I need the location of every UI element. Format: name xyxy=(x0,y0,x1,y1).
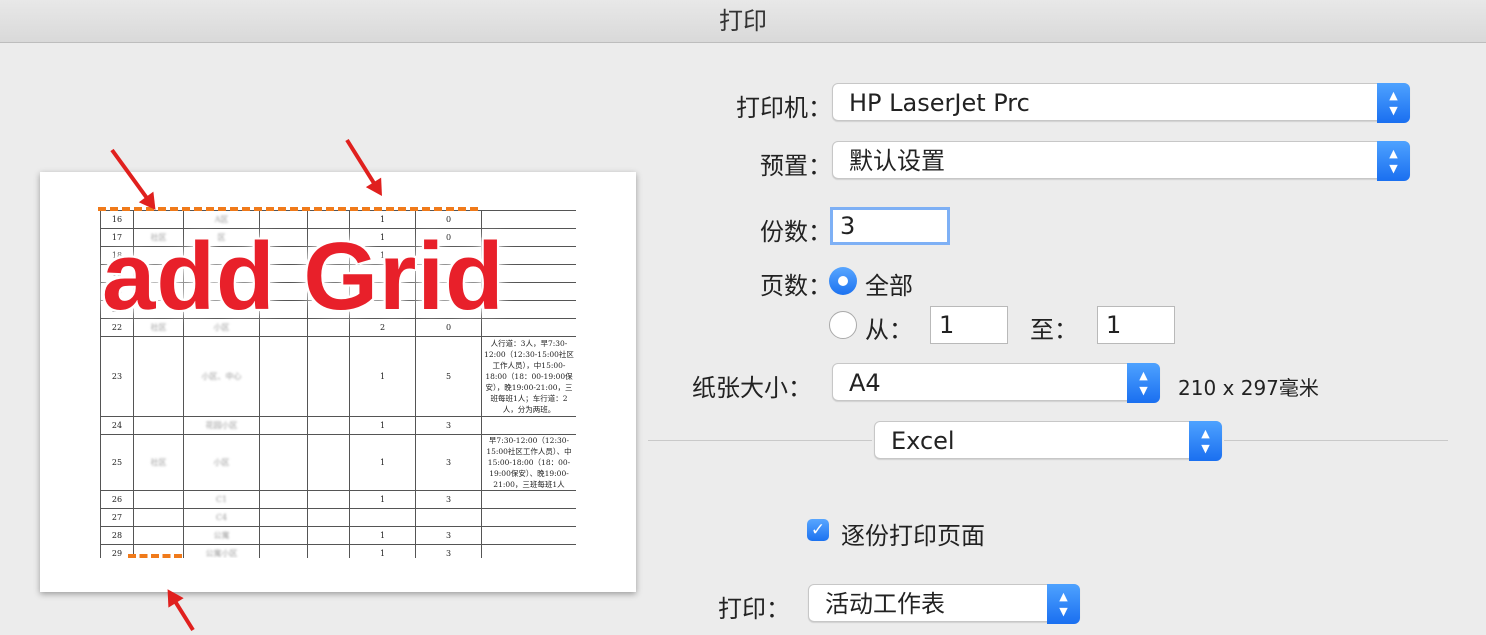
chevron-updown-icon: ▲ ▼ xyxy=(1377,141,1410,181)
preview-cell xyxy=(259,544,308,558)
app-section-popup[interactable]: Excel ▲ ▼ xyxy=(874,421,1222,461)
dashed-annotation-bottom xyxy=(128,554,182,558)
preview-cell xyxy=(259,336,308,417)
chevron-updown-icon: ▲ ▼ xyxy=(1047,584,1080,624)
preview-cell: 1 xyxy=(349,434,416,491)
preview-cell xyxy=(133,526,184,545)
preview-cell xyxy=(349,508,416,527)
preview-cell: 3 xyxy=(415,490,482,509)
paper-size-label: 纸张大小： xyxy=(692,374,812,402)
preview-cell xyxy=(133,336,184,417)
copies-field[interactable]: 3 xyxy=(830,207,950,245)
printer-value: HP LaserJet Prc xyxy=(849,89,1030,117)
preview-cell: 人行道：3人，早7:30-12:00（12:30-15:00社区工作人员），中1… xyxy=(481,336,576,417)
separator-left xyxy=(648,440,872,441)
preview-cell: 1 xyxy=(349,416,416,435)
preview-cell: 1 xyxy=(349,526,416,545)
arrow-annotation-bottom xyxy=(167,591,195,632)
preview-cell: 23 xyxy=(100,336,134,417)
pages-range-radio[interactable] xyxy=(829,311,857,339)
chevron-updown-icon: ▲ ▼ xyxy=(1377,83,1410,123)
collate-label: 逐份打印页面 xyxy=(841,522,985,550)
printer-label: 打印机： xyxy=(736,94,832,122)
preview-cell xyxy=(307,416,350,435)
collate-checkbox[interactable]: ✓ xyxy=(807,519,829,541)
window-title: 打印 xyxy=(0,0,1486,43)
chevron-updown-icon: ▲ ▼ xyxy=(1127,363,1160,403)
preview-cell: 26 xyxy=(100,490,134,509)
preview-table-row: 26 C1 1 3 xyxy=(100,490,576,509)
preview-cell: 小区 xyxy=(183,434,260,491)
chevron-updown-icon: ▲ ▼ xyxy=(1189,421,1222,461)
preview-cell: 27 xyxy=(100,508,134,527)
app-section-value: Excel xyxy=(891,427,955,455)
preview-cell: 公寓小区 xyxy=(183,544,260,558)
pages-from-label: 从： xyxy=(865,316,913,344)
preview-table-row: 24 花园小区 1 3 xyxy=(100,416,576,435)
preview-cell xyxy=(259,490,308,509)
preview-cell: 25 xyxy=(100,434,134,491)
add-grid-annotation: add Grid xyxy=(102,223,505,330)
preview-cell xyxy=(259,526,308,545)
preview-cell: C4 xyxy=(183,508,260,527)
preview-table-row: 25 社区 小区 1 3 早7:30-12:00（12:30-15:00社区工作人员）、中… xyxy=(100,434,576,491)
preview-cell xyxy=(259,508,308,527)
print-what-label: 打印： xyxy=(718,595,790,623)
preset-label: 预置： xyxy=(760,152,832,180)
preview-cell: C1 xyxy=(183,490,260,509)
preview-table-row: 27 C4 xyxy=(100,508,576,527)
copies-label: 份数： xyxy=(760,218,832,246)
preview-cell: 3 xyxy=(415,526,482,545)
preview-cell: 1 xyxy=(349,336,416,417)
preview-table-row: 28 公寓 1 3 xyxy=(100,526,576,545)
preview-cell xyxy=(481,416,576,435)
pages-to-label: 至： xyxy=(1030,316,1078,344)
pages-from-field[interactable]: 1 xyxy=(930,306,1008,344)
preview-cell xyxy=(259,434,308,491)
preset-value: 默认设置 xyxy=(849,147,945,175)
pages-all-radio[interactable] xyxy=(829,267,857,295)
pages-all-label: 全部 xyxy=(865,272,913,300)
preview-cell xyxy=(133,416,184,435)
preview-cell xyxy=(481,526,576,545)
paper-size-popup[interactable]: A4 ▲ ▼ xyxy=(832,363,1160,403)
preview-cell: 3 xyxy=(415,416,482,435)
preview-cell xyxy=(481,544,576,558)
preview-cell: 3 xyxy=(415,544,482,558)
preset-popup[interactable]: 默认设置 ▲ ▼ xyxy=(832,141,1410,181)
preview-cell: 早7:30-12:00（12:30-15:00社区工作人员）、中15:00-18… xyxy=(481,434,576,491)
preview-cell xyxy=(481,508,576,527)
preview-cell: 1 xyxy=(349,544,416,558)
preview-cell xyxy=(133,490,184,509)
separator-right xyxy=(1224,440,1448,441)
preview-cell: 3 xyxy=(415,434,482,491)
preview-cell xyxy=(307,434,350,491)
preview-cell: 花园小区 xyxy=(183,416,260,435)
preview-cell xyxy=(307,336,350,417)
preview-cell xyxy=(481,490,576,509)
paper-size-value: A4 xyxy=(849,369,881,397)
pages-to-field[interactable]: 1 xyxy=(1097,306,1175,344)
preview-cell: 24 xyxy=(100,416,134,435)
preview-cell xyxy=(259,416,308,435)
preview-cell xyxy=(307,544,350,558)
pages-label: 页数： xyxy=(760,272,832,300)
preview-cell: 28 xyxy=(100,526,134,545)
print-what-popup[interactable]: 活动工作表 ▲ ▼ xyxy=(808,584,1080,624)
preview-cell xyxy=(307,490,350,509)
preview-cell xyxy=(415,508,482,527)
preview-cell: 1 xyxy=(349,490,416,509)
preview-cell: 小区、中心 xyxy=(183,336,260,417)
print-what-value: 活动工作表 xyxy=(825,590,945,618)
preview-cell xyxy=(133,508,184,527)
preview-table-row: 23 小区、中心 1 5 人行道：3人，早7:30-12:00（12:30-15:00社… xyxy=(100,336,576,417)
preview-cell: 社区 xyxy=(133,434,184,491)
preview-cell: 5 xyxy=(415,336,482,417)
preview-cell xyxy=(307,508,350,527)
preview-cell: 公寓 xyxy=(183,526,260,545)
preview-cell xyxy=(307,526,350,545)
paper-dimensions: 210 x 297毫米 xyxy=(1178,376,1319,400)
printer-popup[interactable]: HP LaserJet Prc ▲ ▼ xyxy=(832,83,1410,123)
